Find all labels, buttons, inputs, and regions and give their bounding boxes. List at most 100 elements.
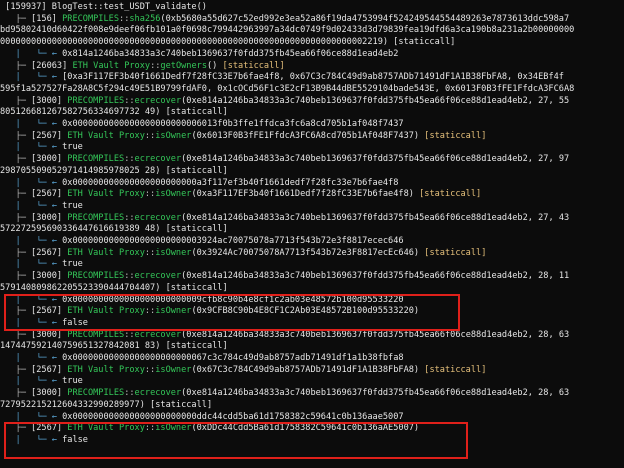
highlight-box [4, 293, 460, 331]
call-args: (0xe814a1246ba34833a3c740beb1369637f0fdd… [181, 388, 570, 399]
gas-cost: [3000] [31, 154, 68, 165]
tree-prefix: ├─ [0, 247, 32, 258]
separator: :: [144, 364, 156, 375]
separator: :: [124, 212, 135, 223]
contract-name: PRECOMPILES [62, 13, 120, 24]
trace-line: 0000000000000000000000000000000000000000… [0, 37, 624, 48]
separator: :: [144, 189, 156, 200]
trace-line: ├─ [2567] ETH Vault Proxy::isOwner(0x601… [0, 131, 624, 142]
call-args: (0xe814a1246ba34833a3c740beb1369637f0fdd… [181, 212, 570, 223]
return-value: [0xa3F117EF3b40f1661Dedf7f28fC33E7b6fae4… [62, 72, 564, 83]
call-args: (0xe814a1246ba34833a3c740beb1369637f0fdd… [181, 154, 570, 165]
trace-line: ├─ [3000] PRECOMPILES::ecrecover(0xe814a… [0, 388, 624, 399]
call-args: (0x67C3c784C49d9ab8757ADb71491dF1A1B38Fb… [191, 364, 420, 375]
function-name: ecrecover [134, 95, 182, 106]
trace-line: ├─ [2567] ETH Vault Proxy::isOwner(0x67C… [0, 365, 624, 376]
trace-line: 298705509052971414985978025 28) [staticc… [0, 166, 624, 177]
trace-text: [159937] BlogTest::test_USDT_validate() [0, 2, 207, 12]
trace-line: │ └─ ← true [0, 376, 624, 387]
trace-line: ├─ [3000] PRECOMPILES::ecrecover(0xe814a… [0, 271, 624, 282]
trace-line: ├─ [3000] PRECOMPILES::ecrecover(0xe814a… [0, 213, 624, 224]
gas-cost: [2567] [31, 189, 68, 200]
return-prefix: │ └─ ← [0, 259, 63, 270]
trace-line: 579140809862205523390444704407) [staticc… [0, 283, 624, 294]
tree-prefix: ├─ [0, 154, 32, 165]
trace-line: │ └─ ← 0x814a1246ba34833a3c740beb1369637… [0, 49, 624, 60]
call-args: (0x3924Ac70075078A7713f543b72e3F8817ecEc… [191, 247, 420, 258]
trace-line: ├─ [156] PRECOMPILES::sha256(0xb5680a55d… [0, 14, 624, 25]
staticcall-tag: [staticcall] [419, 130, 487, 141]
function-name: isOwner [155, 364, 192, 375]
contract-name: ETH Vault Proxy [67, 130, 145, 141]
tree-prefix: ├─ [0, 189, 32, 200]
trace-text: bd95802410d60422f008e9deef06fb101a0f0698… [0, 25, 575, 36]
trace-text: 727952215212604332990289977) [staticcall… [0, 399, 213, 410]
tree-prefix: ├─ [0, 388, 32, 399]
return-prefix: │ └─ ← [0, 72, 63, 83]
return-value: 0x00000000000000000000000067c3c784c49d9a… [62, 353, 404, 363]
trace-line: │ └─ ← 0x000000000000000000000000a3f117e… [0, 178, 624, 189]
tree-prefix: ├─ [0, 364, 32, 375]
trace-line: │ └─ ← [0xa3F117EF3b40f1661Dedf7f28fC33E… [0, 72, 624, 83]
trace-line: ├─ [3000] PRECOMPILES::ecrecover(0xe814a… [0, 154, 624, 165]
gas-cost: [3000] [31, 329, 68, 340]
trace-text: 595f1a527527Fa28A8C5f294c49E51B9799fdAF0… [0, 83, 575, 94]
contract-name: ETH Vault Proxy [72, 60, 151, 71]
contract-name: PRECOMPILES [67, 388, 125, 399]
separator: :: [144, 247, 156, 258]
call-args: () [207, 60, 218, 71]
trace-text: 579140809862205523390444704407) [staticc… [0, 282, 228, 293]
highlight-box [4, 422, 468, 460]
trace-line: │ └─ ← 0x0000000000000000000000003924ac7… [0, 236, 624, 247]
trace-text: 0000000000000000000000000000000000000000… [0, 37, 456, 48]
trace-line: 572272595690336447616619389 48) [staticc… [0, 224, 624, 235]
gas-cost: [2567] [31, 364, 68, 375]
contract-name: PRECOMPILES [67, 95, 125, 106]
contract-name: ETH Vault Proxy [67, 364, 145, 375]
return-value: true [62, 376, 83, 387]
gas-cost: [3000] [31, 271, 68, 282]
return-value: 0x000000000000000000000000a3f117ef3b40f1… [62, 177, 399, 188]
separator: :: [124, 154, 135, 165]
separator: :: [124, 271, 135, 282]
function-name: ecrecover [134, 388, 182, 399]
trace-line: │ └─ ← 0x000000000000000000000000ddc44cd… [0, 412, 624, 423]
trace-line: │ └─ ← true [0, 259, 624, 270]
tree-prefix: ├─ [0, 60, 32, 71]
staticcall-tag: [staticcall] [217, 60, 285, 71]
gas-cost: [3000] [31, 388, 68, 399]
return-prefix: │ └─ ← [0, 236, 63, 246]
function-name: isOwner [155, 189, 192, 200]
return-value: true [62, 259, 83, 270]
contract-name: PRECOMPILES [67, 212, 125, 223]
return-value: true [62, 200, 83, 211]
trace-line: 595f1a527527Fa28A8C5f294c49E51B9799fdAF0… [0, 84, 624, 95]
contract-name: PRECOMPILES [67, 271, 125, 282]
trace-line: ├─ [2567] ETH Vault Proxy::isOwner(0xa3F… [0, 189, 624, 200]
trace-line: bd95802410d60422f008e9deef06fb101a0f0698… [0, 25, 624, 36]
trace-text: 298705509052971414985978025 28) [staticc… [0, 165, 228, 176]
separator: :: [144, 130, 156, 141]
function-name: ecrecover [134, 329, 182, 340]
gas-cost: [26063] [31, 60, 73, 71]
function-name: ecrecover [134, 212, 182, 223]
return-value: true [62, 142, 83, 153]
function-name: getOwners [160, 60, 207, 71]
contract-name: ETH Vault Proxy [67, 189, 145, 200]
return-value: 0x814a1246ba34833a3c740beb1369637f0fdd37… [62, 48, 399, 59]
gas-cost: [2567] [31, 247, 68, 258]
return-prefix: │ └─ ← [0, 353, 63, 363]
return-prefix: │ └─ ← [0, 200, 63, 211]
trace-line: [159937] BlogTest::test_USDT_validate() [0, 2, 624, 13]
function-name: isOwner [155, 247, 192, 258]
tree-prefix: ├─ [0, 13, 32, 24]
gas-cost: [3000] [31, 95, 68, 106]
trace-line: │ └─ ← 0x0000000000000000000000006013f0b… [0, 119, 624, 130]
trace-line: ├─ [3000] PRECOMPILES::ecrecover(0xe814a… [0, 330, 624, 341]
staticcall-tag: [staticcall] [413, 189, 482, 200]
return-prefix: │ └─ ← [0, 177, 63, 188]
terminal-output: [159937] BlogTest::test_USDT_validate() … [0, 0, 624, 468]
trace-line: ├─ [26063] ETH Vault Proxy::getOwners() … [0, 61, 624, 72]
separator: :: [150, 60, 161, 71]
call-args: (0xe814a1246ba34833a3c740beb1369637f0fdd… [181, 271, 570, 282]
